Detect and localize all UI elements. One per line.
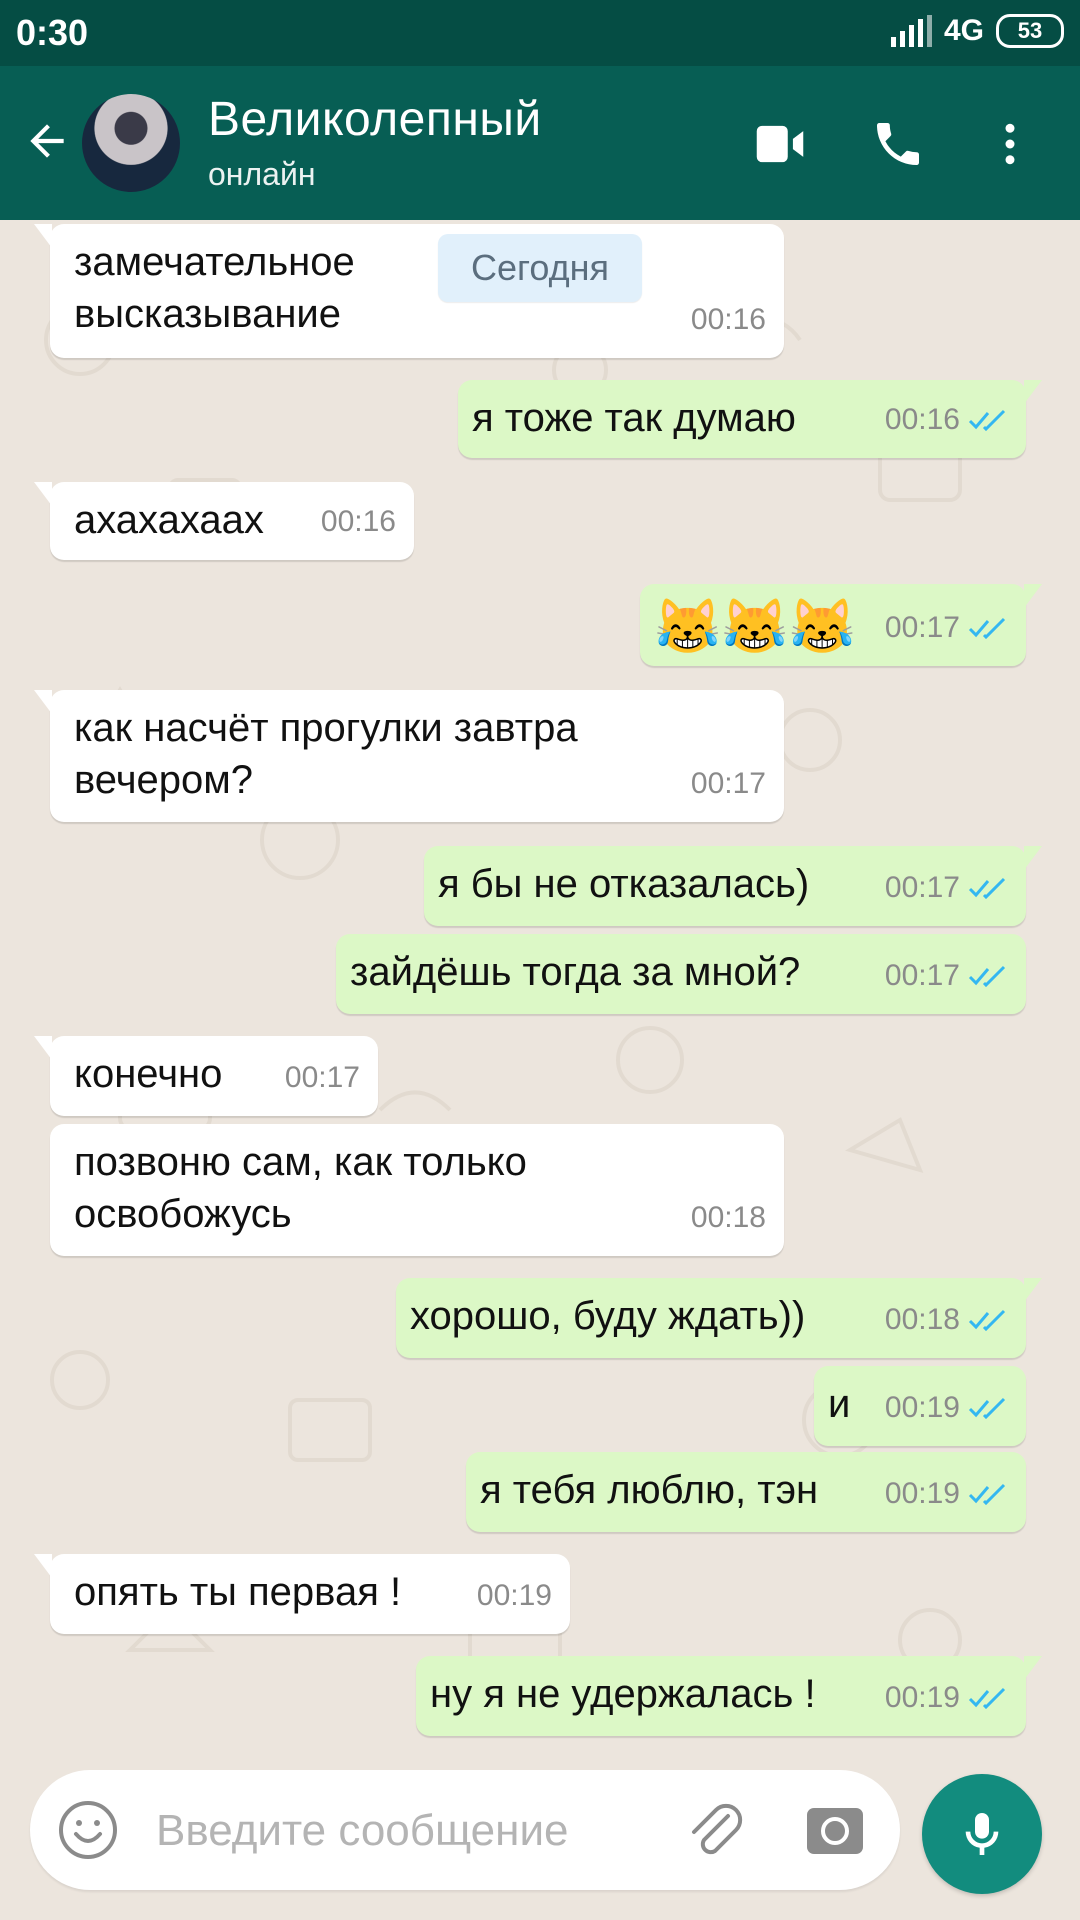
message-bubble[interactable]: и 00:19	[814, 1366, 1026, 1446]
message-bubble[interactable]: ну я не удержалась ! 00:19	[416, 1656, 1042, 1736]
message-bubble[interactable]: конечно 00:17	[34, 1036, 378, 1116]
date-divider: Сегодня	[438, 234, 642, 302]
message-meta: 00:16	[691, 294, 766, 346]
message-bubble[interactable]: я тебя люблю, тэн 00:19	[466, 1452, 1026, 1532]
message-text: я бы не отказалась)	[438, 862, 810, 906]
message-time: 00:16	[690, 303, 766, 336]
message-input[interactable]	[154, 1794, 618, 1868]
phone-icon	[877, 123, 919, 165]
message-text: 😹😹😹	[654, 597, 856, 657]
more-options-button[interactable]	[978, 112, 1042, 176]
message-composer	[30, 1770, 900, 1890]
contact-name[interactable]: Великолепный	[208, 92, 542, 147]
message-time: 00:19	[884, 1391, 960, 1424]
status-indicators: 4G 53	[890, 14, 1064, 48]
message-text: замечательное высказывание	[74, 240, 355, 336]
message-time: 00:18	[884, 1303, 960, 1336]
message-bubble[interactable]: я тоже так думаю 00:16	[458, 380, 1042, 458]
message-meta: 00:18	[885, 1294, 1008, 1346]
emoji-button[interactable]	[56, 1798, 120, 1862]
double-check-icon	[968, 1483, 1006, 1505]
message-bubble[interactable]: зайдёшь тогда за мной? 00:17	[336, 934, 1026, 1014]
message-text: и	[828, 1382, 851, 1426]
avatar[interactable]	[82, 94, 180, 192]
mic-button[interactable]	[922, 1774, 1042, 1894]
message-time: 00:16	[320, 505, 396, 538]
network-type: 4G	[943, 14, 984, 47]
message-meta: 00:16	[885, 394, 1008, 446]
message-time: 00:17	[284, 1061, 360, 1094]
message-time: 00:19	[884, 1681, 960, 1714]
camera-icon	[807, 1808, 863, 1854]
paperclip-icon	[692, 1803, 743, 1855]
voice-call-button[interactable]	[866, 112, 930, 176]
double-check-icon	[968, 877, 1006, 899]
video-camera-icon	[756, 125, 804, 163]
message-text: конечно	[74, 1052, 223, 1096]
more-vertical-icon	[1005, 123, 1015, 165]
message-text: как насчёт прогулки завтра вечером?	[74, 706, 578, 802]
message-meta: 00:17	[885, 602, 1008, 654]
message-bubble[interactable]: как насчёт прогулки завтра вечером? 00:1…	[34, 690, 784, 822]
status-bar: 0:30 4G 53	[0, 0, 1080, 66]
back-button[interactable]	[22, 116, 72, 166]
message-text: я тоже так думаю	[472, 396, 796, 440]
message-time: 00:18	[690, 1201, 766, 1234]
microphone-icon	[965, 1813, 999, 1855]
message-time: 00:19	[884, 1477, 960, 1510]
message-time: 00:17	[884, 871, 960, 904]
status-time: 0:30	[16, 12, 89, 53]
message-time: 00:16	[884, 403, 960, 436]
attach-button[interactable]	[682, 1798, 746, 1862]
message-meta: 00:17	[885, 862, 1008, 914]
message-text: я тебя люблю, тэн	[480, 1468, 819, 1512]
message-bubble[interactable]: ахахахаах 00:16	[34, 482, 414, 560]
message-text: зайдёшь тогда за мной?	[350, 950, 801, 994]
message-bubble[interactable]: позвоню сам, как только освобожусь 00:18	[50, 1124, 784, 1256]
message-time: 00:17	[884, 959, 960, 992]
message-bubble[interactable]: замечательное высказывание 00:16	[34, 224, 784, 358]
message-text: позвоню сам, как только освобожусь	[74, 1140, 527, 1236]
video-call-button[interactable]	[748, 112, 812, 176]
battery-level: 53	[1017, 18, 1043, 43]
chat-header: Великолепный онлайн	[0, 66, 1080, 220]
message-bubble[interactable]: хорошо, буду ждать)) 00:18	[396, 1278, 1042, 1358]
double-check-icon	[968, 617, 1006, 639]
emoji-icon	[59, 1801, 117, 1859]
message-time: 00:19	[476, 1579, 552, 1612]
message-time: 00:17	[690, 767, 766, 800]
double-check-icon	[968, 965, 1006, 987]
message-text: ну я не удержалась !	[430, 1672, 816, 1716]
message-meta: 00:17	[691, 758, 766, 810]
double-check-icon	[968, 1309, 1006, 1331]
message-meta: 00:17	[285, 1052, 360, 1104]
message-meta: 00:19	[477, 1570, 552, 1622]
message-text: хорошо, буду ждать))	[410, 1294, 806, 1338]
message-bubble[interactable]: опять ты первая ! 00:19	[34, 1554, 570, 1634]
double-check-icon	[968, 1687, 1006, 1709]
chat-area[interactable]: замечательное высказывание 00:16 Сегодня…	[0, 220, 1080, 1750]
contact-status: онлайн	[208, 156, 316, 192]
message-meta: 00:19	[885, 1672, 1008, 1724]
message-time: 00:17	[884, 611, 960, 644]
arrow-left-icon	[30, 124, 64, 158]
camera-button[interactable]	[804, 1800, 866, 1860]
message-text: опять ты первая !	[74, 1570, 402, 1614]
message-bubble[interactable]: я бы не отказалась) 00:17	[424, 846, 1042, 926]
message-bubble[interactable]: 😹😹😹 00:17	[640, 584, 1042, 666]
double-check-icon	[968, 1397, 1006, 1419]
message-meta: 00:16	[321, 496, 396, 548]
double-check-icon	[968, 409, 1006, 431]
message-meta: 00:17	[885, 950, 1008, 1002]
message-text: ахахахаах	[74, 498, 264, 542]
signal-icon	[890, 15, 932, 47]
message-meta: 00:19	[885, 1468, 1008, 1520]
message-meta: 00:18	[691, 1192, 766, 1244]
battery-icon: 53	[996, 14, 1064, 48]
message-meta: 00:19	[885, 1382, 1008, 1434]
